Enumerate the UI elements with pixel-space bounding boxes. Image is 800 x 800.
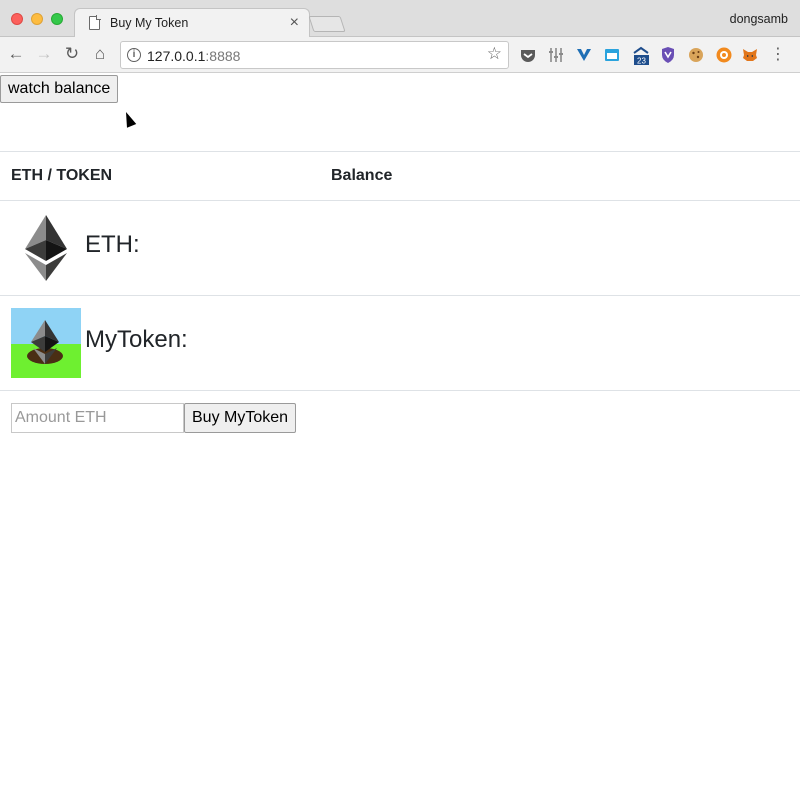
- browser-tab[interactable]: Buy My Token ×: [74, 8, 310, 38]
- table-row-mytoken: MyToken:: [0, 295, 800, 390]
- equalizer-icon[interactable]: [547, 46, 565, 64]
- column-header-balance: Balance: [331, 167, 393, 184]
- pocket-icon[interactable]: [519, 46, 537, 64]
- forward-icon[interactable]: →: [33, 43, 55, 65]
- buy-mytoken-button[interactable]: Buy MyToken: [184, 403, 297, 433]
- page-icon: [89, 15, 101, 30]
- balance-table: ETH / TOKEN Balance ETH: MyToken:: [0, 151, 800, 391]
- browser-chrome: Buy My Token × dongsamb ← → ↻ ⌂ i 127.0.…: [0, 0, 800, 73]
- url-text[interactable]: 127.0.0.1:8888: [147, 48, 240, 64]
- mouse-cursor: [121, 110, 137, 128]
- title-bar: Buy My Token × dongsamb: [0, 0, 800, 38]
- calendar-23-icon[interactable]: 23: [631, 46, 649, 66]
- vimium-icon[interactable]: [575, 46, 593, 64]
- home-icon[interactable]: ⌂: [89, 43, 111, 65]
- tab-close-icon[interactable]: ×: [290, 14, 299, 32]
- info-icon[interactable]: i: [127, 48, 141, 62]
- reload-icon[interactable]: ↻: [61, 43, 83, 65]
- column-header-token: ETH / TOKEN: [11, 167, 113, 184]
- page-content: watch balance ETH / TOKEN Balance ETH: M…: [0, 73, 800, 800]
- metamask-icon[interactable]: [741, 46, 759, 64]
- amount-eth-input[interactable]: [11, 403, 184, 433]
- watch-balance-button[interactable]: watch balance: [0, 75, 119, 103]
- back-icon[interactable]: ←: [5, 43, 27, 65]
- token-label-eth: ETH:: [85, 231, 140, 258]
- window-icon[interactable]: [603, 46, 621, 64]
- table-bottom-border: [0, 390, 800, 391]
- svg-text:23: 23: [637, 57, 646, 66]
- bookmark-star-icon[interactable]: ☆: [487, 44, 502, 64]
- table-header-row: ETH / TOKEN Balance: [0, 151, 800, 200]
- new-tab-button[interactable]: [308, 16, 346, 32]
- tab-title: Buy My Token: [110, 16, 189, 30]
- close-window-button[interactable]: [11, 13, 23, 25]
- ethereum-icon: [25, 215, 67, 286]
- token-label-mytoken: MyToken:: [85, 326, 188, 353]
- table-row-eth: ETH:: [0, 200, 800, 295]
- profile-name[interactable]: dongsamb: [730, 12, 788, 26]
- target-icon[interactable]: [715, 46, 733, 64]
- cookie-icon[interactable]: [687, 46, 705, 64]
- minimize-window-button[interactable]: [31, 13, 43, 25]
- maximize-window-button[interactable]: [51, 13, 63, 25]
- browser-toolbar: ← → ↻ ⌂ i 127.0.0.1:8888 ☆ 23 ⋮: [0, 37, 800, 73]
- shield-icon[interactable]: [659, 46, 677, 64]
- browser-menu-icon[interactable]: ⋮: [770, 45, 786, 65]
- mytoken-icon: [11, 308, 81, 378]
- address-bar[interactable]: i 127.0.0.1:8888 ☆: [120, 41, 509, 69]
